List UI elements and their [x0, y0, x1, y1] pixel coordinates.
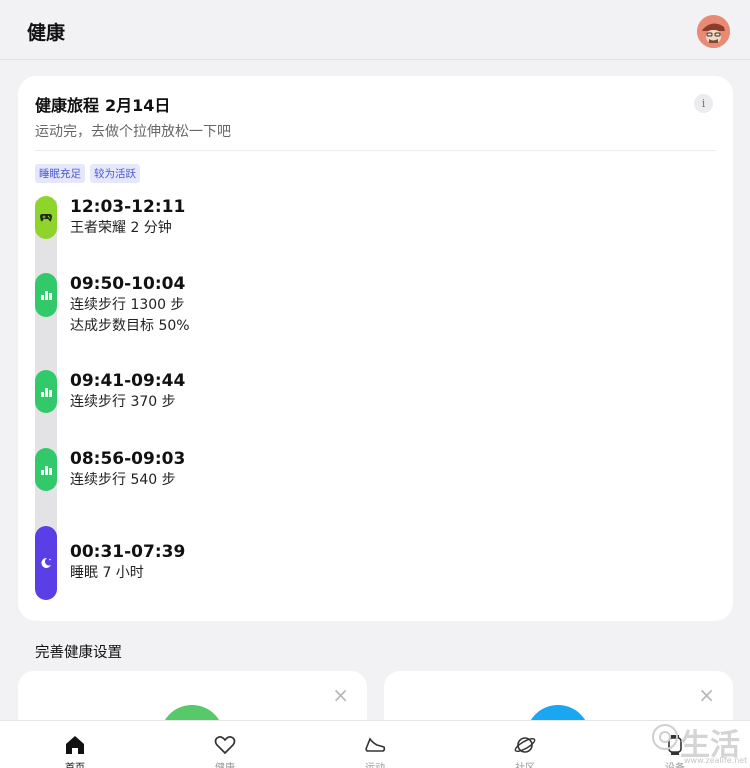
timeline-entry[interactable]: 12:03-12:11 王者荣耀 2 分钟: [70, 196, 185, 239]
top-header: 健康: [0, 0, 750, 60]
entry-time: 08:56-09:03: [70, 449, 186, 469]
tab-label: 健康: [150, 759, 300, 768]
journey-title-text: 健康旅程: [35, 96, 100, 115]
home-icon: [66, 736, 84, 754]
entry-time: 09:41-09:44: [70, 371, 186, 391]
bar-chart-icon: [40, 291, 52, 300]
health-journey-card[interactable]: 健康旅程 2月14日 运动完，去做个拉伸放松一下吧 i 睡眠充足 较为活跃: [18, 76, 733, 621]
close-icon[interactable]: ×: [332, 685, 349, 705]
tab-exercise[interactable]: 运动: [300, 721, 450, 768]
entry-time: 12:03-12:11: [70, 197, 186, 217]
gamepad-icon: [40, 214, 52, 222]
bar-chart-icon: [40, 465, 52, 475]
heart-icon: [214, 736, 236, 755]
timeline-entry[interactable]: 08:56-09:03 连续步行 540 步: [70, 448, 185, 491]
tab-health[interactable]: 健康: [150, 721, 300, 768]
site-watermark: 生活 www.zealife.net: [650, 720, 750, 768]
entry-detail: 睡眠 7 小时: [70, 565, 144, 581]
timeline-marker-walk: [35, 448, 57, 491]
bottom-tab-bar: 首页 健康 运动 社区 设备: [0, 720, 750, 768]
timeline-entry[interactable]: 09:41-09:44 连续步行 370 步: [70, 370, 185, 413]
entry-detail: 王者荣耀 2 分钟: [70, 220, 172, 236]
shoe-icon: [365, 737, 386, 752]
tab-community[interactable]: 社区: [450, 721, 600, 768]
entry-detail: 连续步行 370 步: [70, 394, 176, 410]
section-title: 完善健康设置: [35, 645, 122, 661]
watermark-url: www.zealife.net: [684, 756, 748, 765]
entry-detail: 达成步数目标 50%: [70, 318, 190, 334]
entry-detail: 连续步行 540 步: [70, 472, 176, 488]
close-icon[interactable]: ×: [698, 685, 715, 705]
tag-list: 睡眠充足 较为活跃: [35, 164, 140, 183]
journey-title: 健康旅程 2月14日: [35, 92, 170, 116]
entry-detail: 连续步行 1300 步: [70, 297, 185, 313]
timeline-marker-walk: [35, 370, 57, 413]
timeline-marker-game: [35, 196, 57, 239]
moon-icon: [41, 557, 51, 568]
watermark-logo-icon: [652, 724, 678, 750]
timeline-entry[interactable]: 00:31-07:39 睡眠 7 小时: [70, 541, 185, 584]
entry-time: 09:50-10:04: [70, 274, 186, 294]
tab-home[interactable]: 首页: [0, 721, 150, 768]
timeline-entry[interactable]: 09:50-10:04 连续步行 1300 步 达成步数目标 50%: [70, 273, 190, 337]
entry-time: 00:31-07:39: [70, 542, 186, 562]
tag-active: 较为活跃: [90, 164, 140, 183]
bar-chart-icon: [40, 387, 52, 397]
timeline-marker-walk: [35, 273, 57, 317]
journey-date: 2月14日: [105, 96, 171, 115]
info-icon[interactable]: i: [694, 94, 713, 113]
tab-label: 运动: [300, 759, 450, 768]
avatar-illustration-icon: [697, 15, 730, 48]
tag-sleep: 睡眠充足: [35, 164, 85, 183]
user-avatar[interactable]: [697, 15, 730, 48]
divider: [35, 150, 716, 151]
planet-icon: [514, 737, 536, 753]
page-title: 健康: [27, 22, 66, 44]
timeline-marker-sleep: [35, 526, 57, 600]
tab-label: 社区: [450, 759, 600, 768]
journey-subtitle: 运动完，去做个拉伸放松一下吧: [35, 124, 231, 140]
tab-label: 首页: [0, 759, 150, 768]
